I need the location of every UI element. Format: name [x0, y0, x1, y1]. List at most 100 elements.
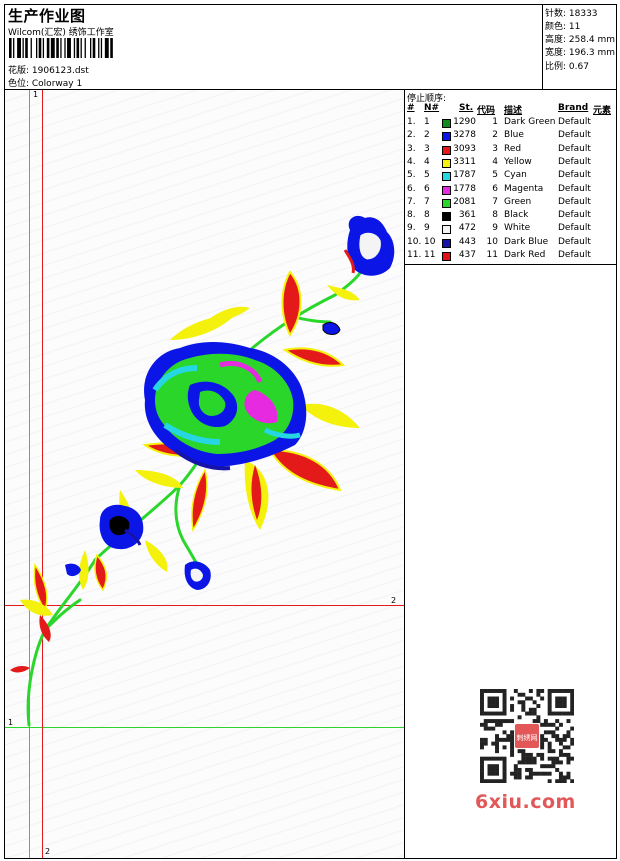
stop-cell-st: 443: [458, 236, 476, 247]
stop-row: 8. 8 361 8 Black Default: [405, 210, 616, 223]
stop-cell-n: 5: [424, 170, 430, 181]
col-header: 元素: [593, 106, 612, 116]
embroidery-design: [10, 215, 395, 727]
stop-cell-st: 3093: [453, 143, 476, 154]
watermark-text: 6xiu.com: [475, 791, 576, 813]
stop-cell-st: 361: [458, 210, 476, 221]
stop-cell-code: 11: [486, 250, 498, 260]
stop-row: 9. 9 472 9 White Default: [405, 223, 616, 236]
color-swatch: [442, 212, 451, 222]
qr-code: 刺绣网: [470, 681, 584, 795]
color-swatch: [442, 185, 451, 195]
stop-cell-n: 10: [424, 236, 436, 247]
color-count: 颜色: 11: [545, 22, 581, 32]
stop-cell-n: 4: [424, 156, 430, 167]
stop-row: 2. 2 3278 2 Blue Default: [405, 130, 616, 143]
left-bud: [99, 504, 144, 550]
stop-cell-code: 1: [492, 117, 498, 127]
stop-row: 7. 7 2081 7 Green Default: [405, 197, 616, 210]
stop-cell-n: 8: [424, 210, 430, 221]
company-name: Wilcom(汇宏) 绣饰工作室: [8, 28, 114, 38]
stop-cell-desc: Green: [504, 196, 532, 207]
color-swatch: [442, 252, 451, 261]
design-file: 花版: 1906123.dst: [8, 66, 89, 76]
stop-cell-code: 8: [492, 210, 498, 221]
stop-cell-num: 7.: [407, 196, 416, 207]
stop-row: 1. 1 1290 1 Dark Green Default: [405, 117, 616, 130]
stop-cell-st: 1290: [453, 117, 476, 127]
stop-row: 10. 10 443 10 Dark Blue Default: [405, 237, 616, 250]
production-worksheet: 生产作业图 Wilcom(汇宏) 绣饰工作室 花版: 1906123.dst 色…: [4, 4, 617, 859]
embroidery-preview: 1 1 2 2: [5, 90, 405, 858]
stop-cell-brand: Default: [558, 143, 591, 154]
stop-cell-num: 11.: [407, 250, 422, 260]
stop-cell-num: 3.: [407, 143, 416, 154]
qr-badge-text: 刺绣网: [517, 733, 538, 742]
stop-cell-num: 2.: [407, 130, 416, 141]
stop-cell-brand: Default: [558, 130, 591, 141]
color-swatch: [442, 238, 451, 248]
stop-row: 6. 6 1778 6 Magenta Default: [405, 184, 616, 197]
stop-cell-brand: Default: [558, 156, 591, 167]
stop-cell-code: 4: [492, 156, 498, 167]
stop-cell-code: 5: [492, 170, 498, 181]
stop-cell-brand: Default: [558, 236, 591, 247]
stop-cell-brand: Default: [558, 210, 591, 221]
design-scale: 比例: 0.67: [545, 62, 589, 72]
design-width: 宽度: 196.3 mm: [545, 48, 616, 58]
stop-cell-st: 3311: [453, 156, 476, 167]
stop-cell-desc: Yellow: [504, 156, 532, 167]
stop-cell-code: 7: [492, 196, 498, 207]
stop-cell-n: 2: [424, 130, 430, 141]
stop-cell-desc: Dark Blue: [504, 236, 549, 247]
stop-cell-code: 3: [492, 143, 498, 154]
stop-cell-num: 4.: [407, 156, 416, 167]
stop-row: 3. 3 3093 3 Red Default: [405, 144, 616, 157]
color-swatch: [442, 158, 451, 168]
stop-cell-desc: Black: [504, 210, 529, 221]
stop-cell-desc: Dark Green: [504, 117, 556, 127]
stop-cell-desc: Blue: [504, 130, 524, 141]
stop-cell-st: 3278: [453, 130, 476, 141]
stop-cell-code: 10: [486, 236, 498, 247]
col-header: 代码: [477, 106, 496, 116]
stop-cell-brand: Default: [558, 223, 591, 234]
stop-cell-brand: Default: [558, 117, 591, 127]
stop-cell-num: 8.: [407, 210, 416, 221]
stop-cell-desc: Dark Red: [504, 250, 546, 260]
stop-cell-n: 11: [424, 250, 436, 260]
stop-cell-num: 6.: [407, 183, 416, 194]
color-swatch: [442, 145, 451, 155]
stop-cell-num: 5.: [407, 170, 416, 181]
stop-cell-n: 3: [424, 143, 430, 154]
stop-cell-n: 6: [424, 183, 430, 194]
stop-cell-brand: Default: [558, 250, 591, 260]
col-header: N#: [424, 103, 440, 113]
stop-cell-n: 7: [424, 196, 430, 207]
stitch-count: 针数: 18333: [545, 9, 598, 19]
color-swatch: [442, 172, 451, 182]
stop-cell-code: 2: [492, 130, 498, 141]
col-header: Brand: [558, 103, 589, 113]
stop-cell-code: 6: [492, 183, 498, 194]
stop-cell-st: 472: [458, 223, 476, 234]
design-stats: 针数: 18333 颜色: 11 高度: 258.4 mm 宽度: 196.3 …: [542, 5, 617, 89]
stop-cell-brand: Default: [558, 170, 591, 181]
stop-cell-st: 1778: [453, 183, 476, 194]
design-height: 高度: 258.4 mm: [545, 35, 616, 45]
col-header: St.: [459, 103, 474, 113]
stop-cell-st: 437: [458, 250, 476, 260]
stop-cell-desc: Magenta: [504, 183, 544, 194]
stop-cell-code: 9: [492, 223, 498, 234]
stop-sequence-header: # N# St. 代码 描述 Brand 元素: [405, 103, 616, 116]
stop-row: 11. 11 437 11 Dark Red Default: [405, 250, 616, 263]
stop-cell-num: 9.: [407, 223, 416, 234]
stop-cell-brand: Default: [558, 183, 591, 194]
stop-cell-st: 2081: [453, 196, 476, 207]
qr-code-image: 刺绣网: [480, 689, 574, 783]
worksheet-header: 生产作业图 Wilcom(汇宏) 绣饰工作室 花版: 1906123.dst 色…: [5, 5, 616, 90]
stop-cell-brand: Default: [558, 196, 591, 207]
stop-cell-st: 1787: [453, 170, 476, 181]
stop-cell-desc: Red: [504, 143, 522, 154]
barcode: [9, 38, 113, 58]
